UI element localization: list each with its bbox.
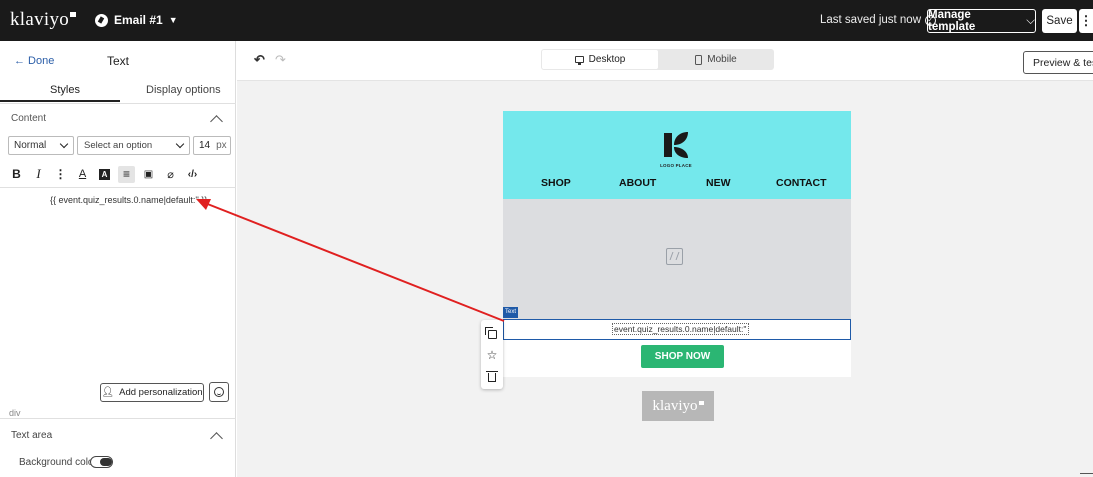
mobile-label: Mobile xyxy=(707,54,737,65)
code-icon[interactable]: ‹/› xyxy=(184,166,201,183)
active-tab-indicator xyxy=(0,100,120,102)
save-status: Last saved just now ✓ xyxy=(820,14,937,26)
canvas-toolbar: ↶ ↷ Desktop Mobile Preview & test xyxy=(237,41,1093,81)
font-size-value: 14 xyxy=(199,140,211,151)
top-bar: klaviyo Email #1 ▼ Last saved just now ✓… xyxy=(0,0,1093,41)
save-status-text: Last saved just now xyxy=(820,14,922,26)
left-panel: ← Done Text Styles Display options Conte… xyxy=(0,41,236,477)
mobile-view-button[interactable]: Mobile xyxy=(659,50,773,69)
manage-template-button[interactable]: Manage template ⌵ xyxy=(927,9,1036,33)
highlight-color-icon[interactable]: A xyxy=(96,166,113,183)
chevron-down-icon xyxy=(59,139,69,149)
person-icon: 👤︎ xyxy=(101,387,115,398)
manage-template-label: Manage template xyxy=(928,9,976,33)
panel-tabs: Styles Display options xyxy=(0,79,236,102)
font-size-unit: px xyxy=(216,140,227,151)
paragraph-style-select[interactable]: Normal xyxy=(8,136,74,155)
formatting-toolbar: B I ⋮ A A ≡ ▣ ⌀ ‹/› xyxy=(8,165,206,183)
monitor-icon xyxy=(574,56,584,65)
desktop-label: Desktop xyxy=(588,54,626,65)
device-toggle: Desktop Mobile xyxy=(541,49,774,70)
duplicate-icon[interactable] xyxy=(484,326,498,340)
emoji-button[interactable] xyxy=(209,382,229,402)
background-color-toggle[interactable] xyxy=(90,456,113,468)
tab-display-options[interactable]: Display options xyxy=(146,84,221,96)
more-options-button[interactable]: ⋮ xyxy=(1079,9,1093,33)
divider xyxy=(0,187,236,188)
collapse-content-icon[interactable] xyxy=(210,115,223,128)
email-preview: LOGO PLACE SHOP ABOUT NEW CONTACT Text e… xyxy=(503,111,851,377)
font-family-select[interactable]: Select an option xyxy=(77,136,190,155)
block-type-tag: Text xyxy=(503,307,518,318)
smiley-icon xyxy=(214,387,224,397)
footer-klaviyo-logo: klaviyo xyxy=(642,391,714,421)
email-header-section[interactable]: LOGO PLACE SHOP ABOUT NEW CONTACT xyxy=(503,111,851,199)
nav-link-shop[interactable]: SHOP xyxy=(541,177,571,189)
panel-header: ← Done Text xyxy=(0,41,236,79)
redo-icon[interactable]: ↷ xyxy=(275,52,286,68)
editor-canvas: ↶ ↷ Desktop Mobile Preview & test LOGO P… xyxy=(237,41,1093,477)
shop-now-button[interactable]: SHOP NOW xyxy=(641,345,724,368)
star-icon[interactable]: ☆ xyxy=(486,348,498,362)
save-button[interactable]: Save xyxy=(1042,9,1077,33)
image-icon[interactable]: ▣ xyxy=(140,166,157,183)
text-color-icon[interactable]: A xyxy=(74,166,91,183)
nav-link-about[interactable]: ABOUT xyxy=(619,177,656,189)
image-placeholder-icon xyxy=(666,248,683,265)
more-vertical-icon[interactable]: ⋮ xyxy=(52,166,69,183)
italic-icon[interactable]: I xyxy=(30,166,47,183)
caret-down-icon: ▼ xyxy=(168,15,178,25)
block-actions-toolbar: ☆ xyxy=(481,320,503,389)
align-center-icon[interactable]: ≡ xyxy=(118,165,135,183)
email-name-dropdown[interactable]: Email #1 ▼ xyxy=(95,13,178,27)
collapse-text-area-icon[interactable] xyxy=(210,432,223,445)
chevron-down-icon: ⌵ xyxy=(1026,14,1035,27)
paragraph-style-value: Normal xyxy=(14,140,47,151)
email-logo[interactable]: LOGO PLACE xyxy=(646,131,706,168)
trash-icon[interactable] xyxy=(486,370,498,383)
chevron-down-icon xyxy=(175,139,185,149)
text-area-section-label: Text area xyxy=(11,430,53,441)
bold-icon[interactable]: B xyxy=(8,166,25,183)
selected-text-block[interactable]: event.quiz_results.0.name|default:'' xyxy=(503,319,851,340)
add-personalization-label: Add personalization xyxy=(119,387,203,398)
klaviyo-logo[interactable]: klaviyo xyxy=(10,9,77,31)
font-family-placeholder: Select an option xyxy=(84,140,153,151)
tab-styles[interactable]: Styles xyxy=(50,84,80,96)
scrollbar-indicator[interactable] xyxy=(1080,473,1093,474)
nav-link-new[interactable]: NEW xyxy=(706,177,731,189)
panel-title: Text xyxy=(106,54,129,68)
leaf-logo-icon xyxy=(664,132,688,158)
preview-test-button[interactable]: Preview & test xyxy=(1023,51,1093,74)
divider xyxy=(0,418,236,419)
text-editor-content[interactable]: {{ event.quiz_results.0.name|default:'' … xyxy=(50,195,207,205)
footer-logo-text: klaviyo xyxy=(652,397,698,414)
desktop-view-button[interactable]: Desktop xyxy=(542,50,658,69)
logo-text: LOGO PLACE xyxy=(660,163,692,168)
divider xyxy=(0,103,236,104)
undo-icon[interactable]: ↶ xyxy=(254,52,265,68)
text-block-content[interactable]: event.quiz_results.0.name|default:'' xyxy=(612,323,749,335)
background-color-label: Background color xyxy=(19,457,97,468)
phone-icon xyxy=(695,54,703,65)
font-size-input[interactable]: 14 px xyxy=(193,136,231,155)
email-name-label: Email #1 xyxy=(114,13,163,27)
link-icon[interactable]: ⌀ xyxy=(162,166,179,183)
nav-link-contact[interactable]: CONTACT xyxy=(776,177,827,189)
add-personalization-button[interactable]: 👤︎ Add personalization xyxy=(100,383,204,402)
content-section-label: Content xyxy=(11,113,47,124)
image-placeholder-block[interactable] xyxy=(503,199,851,319)
status-icon xyxy=(95,13,108,27)
element-path: div xyxy=(9,408,21,418)
